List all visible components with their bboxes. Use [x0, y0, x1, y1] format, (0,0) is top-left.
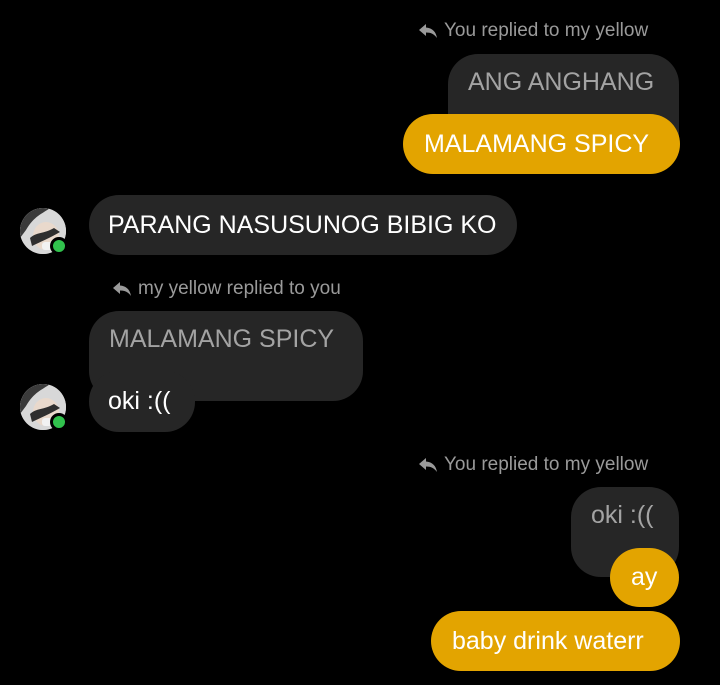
- online-status-dot: [50, 413, 68, 431]
- contact-avatar[interactable]: [20, 208, 68, 255]
- reply-arrow-icon: [418, 457, 438, 473]
- outgoing-message[interactable]: baby drink waterr: [431, 611, 680, 671]
- reply-context-label: You replied to my yellow: [418, 454, 648, 476]
- online-status-dot: [50, 237, 68, 255]
- reply-context-label: my yellow replied to you: [112, 278, 341, 300]
- reply-arrow-icon: [418, 23, 438, 39]
- reply-context-label: You replied to my yellow: [418, 20, 648, 42]
- outgoing-message[interactable]: ay: [610, 548, 679, 607]
- contact-avatar[interactable]: [20, 384, 68, 431]
- reply-arrow-icon: [112, 281, 132, 297]
- incoming-message[interactable]: PARANG NASUSUNOG BIBIG KO: [89, 195, 517, 255]
- incoming-message[interactable]: oki :((: [89, 371, 195, 432]
- outgoing-message[interactable]: MALAMANG SPICY: [403, 114, 680, 174]
